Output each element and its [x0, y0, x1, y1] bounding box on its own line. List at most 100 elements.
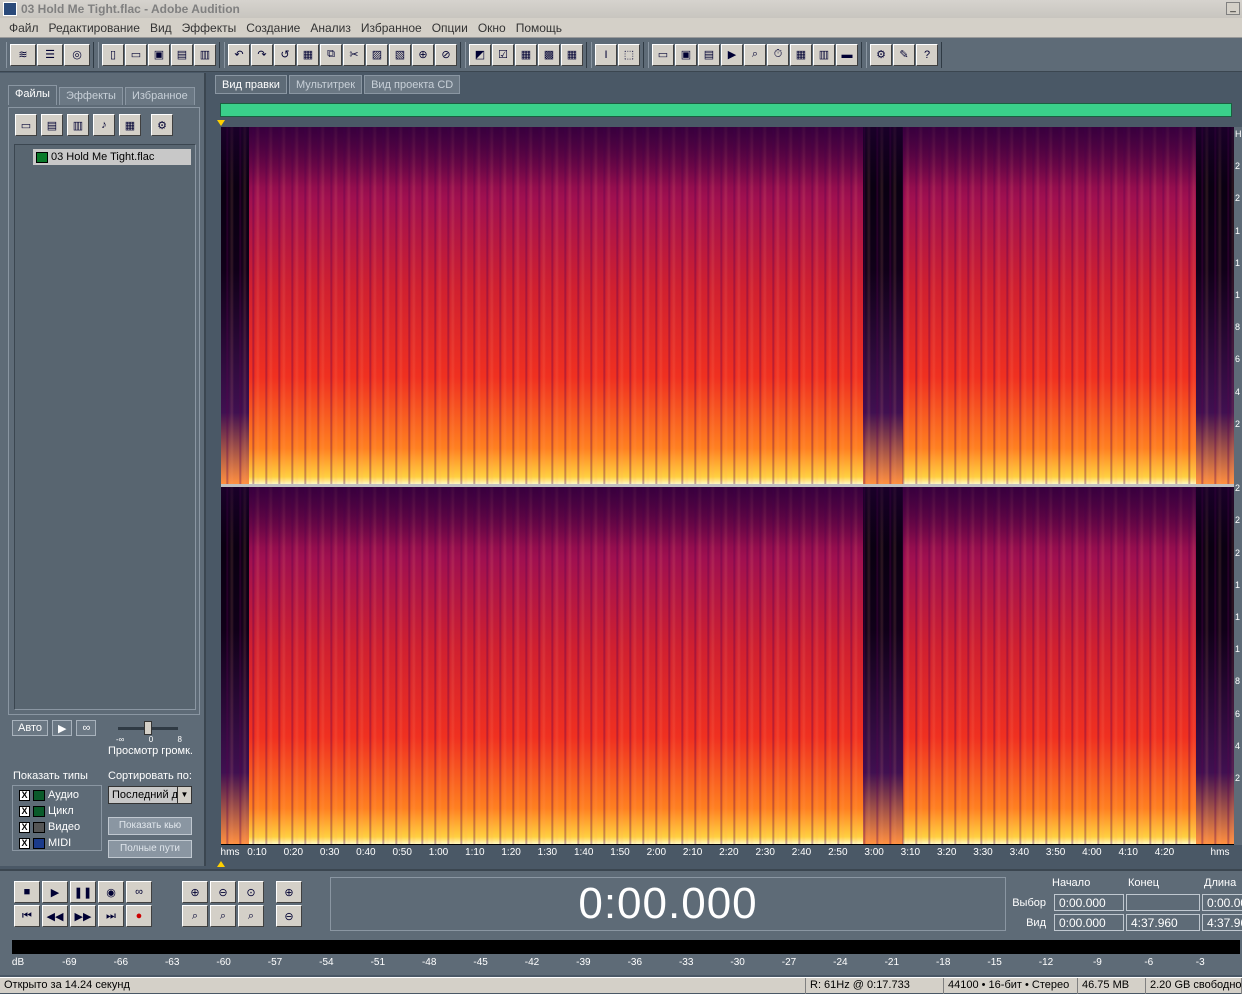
go-to-end-icon[interactable]: ⏭	[98, 905, 124, 927]
zoom-window-icon[interactable]: ⌕	[744, 43, 766, 66]
menu-effects[interactable]: Эффекты	[177, 21, 242, 35]
main-window-icon[interactable]: ▣	[675, 43, 697, 66]
copy-new-icon[interactable]: ▦	[297, 43, 319, 66]
selection-end-field[interactable]	[1126, 894, 1200, 911]
menu-edit[interactable]: Редактирование	[44, 21, 145, 35]
zoom-left-edge-icon[interactable]: ⌕	[210, 905, 236, 927]
preview-volume-slider[interactable]: -∞ 0 8	[112, 721, 184, 744]
audio-checkbox[interactable]: X	[19, 789, 30, 801]
save-as-icon[interactable]: ▤	[171, 43, 193, 66]
zoom-in-vertical-icon[interactable]: ⊕	[276, 881, 302, 903]
loop-icon[interactable]: ∞	[126, 881, 152, 903]
menu-options[interactable]: Опции	[427, 21, 473, 35]
time-selection-tool-icon[interactable]: I	[595, 43, 617, 66]
status-bar-icon[interactable]: ▬	[836, 43, 858, 66]
undo-icon[interactable]: ↶	[228, 43, 250, 66]
menu-generate[interactable]: Создание	[241, 21, 305, 35]
time-window-icon[interactable]: ⏱	[767, 43, 789, 66]
mix-paste-icon[interactable]: ⊕	[412, 43, 434, 66]
record-icon[interactable]: ●	[126, 905, 152, 927]
level-meters-icon[interactable]: ▥	[813, 43, 835, 66]
type-midi[interactable]: X MIDI	[19, 837, 71, 849]
pause-icon[interactable]: ❚❚	[70, 881, 96, 903]
view-start-field[interactable]: 0:00.000	[1054, 914, 1124, 931]
loop-checkbox[interactable]: X	[19, 805, 30, 817]
organizer-icon[interactable]: ▭	[652, 43, 674, 66]
type-audio[interactable]: X Аудио	[19, 789, 79, 801]
import-file-icon[interactable]: ▤	[41, 114, 63, 136]
chevron-down-icon[interactable]: ▼	[177, 787, 191, 803]
go-to-start-icon[interactable]: ⏮	[14, 905, 40, 927]
spectral-view-icon[interactable]: ◩	[469, 43, 491, 66]
open-file-icon[interactable]: ▭	[15, 114, 37, 136]
copy-icon[interactable]: ⧉	[320, 43, 342, 66]
play-to-end-icon[interactable]: ◉	[98, 881, 124, 903]
loop-preview-icon[interactable]: ∞	[76, 720, 97, 736]
zoom-in-horizontal-icon[interactable]: ⊕	[182, 881, 208, 903]
marquee-tool-icon[interactable]: ⬚	[618, 43, 640, 66]
tab-edit-view[interactable]: Вид правки	[215, 75, 287, 94]
playhead-marker-bottom[interactable]	[217, 861, 225, 867]
overview-range-bar[interactable]	[220, 103, 1232, 117]
view-end-field[interactable]: 4:37.960	[1126, 914, 1200, 931]
zoom-full-icon[interactable]: ⊙	[238, 881, 264, 903]
cut-icon[interactable]: ✂	[343, 43, 365, 66]
left-channel[interactable]	[221, 127, 1234, 484]
menu-view[interactable]: Вид	[145, 21, 177, 35]
redo-icon[interactable]: ↷	[251, 43, 273, 66]
edit-view-icon[interactable]: ≋	[10, 43, 36, 66]
cd-view-icon[interactable]: ◎	[64, 43, 90, 66]
slider-thumb[interactable]	[144, 721, 152, 735]
paste-new-icon[interactable]: ▧	[389, 43, 411, 66]
open-file-icon[interactable]: ▭	[125, 43, 147, 66]
effects-rack-icon[interactable]: ▤	[698, 43, 720, 66]
menu-help[interactable]: Помощь	[511, 21, 567, 35]
zoom-out-horizontal-icon[interactable]: ⊖	[210, 881, 236, 903]
close-file-icon[interactable]: ▥	[67, 114, 89, 136]
waveform-view-icon[interactable]: ☑	[492, 43, 514, 66]
spectral-pitch-icon[interactable]: ▦	[561, 43, 583, 66]
help-icon[interactable]: ?	[916, 43, 938, 66]
sort-select[interactable]: Последний д ▼	[108, 786, 192, 804]
stop-icon[interactable]: ■	[14, 881, 40, 903]
minimize-button[interactable]: _	[1226, 2, 1240, 15]
right-channel[interactable]	[221, 487, 1234, 844]
tab-files[interactable]: Файлы	[8, 85, 57, 105]
menu-window[interactable]: Окно	[473, 21, 511, 35]
view-length-field[interactable]: 4:37.960	[1202, 914, 1242, 931]
tab-favorites[interactable]: Избранное	[124, 87, 195, 105]
tab-effects[interactable]: Эффекты	[58, 87, 123, 105]
menu-analyze[interactable]: Анализ	[305, 21, 356, 35]
new-file-icon[interactable]: ▯	[102, 43, 124, 66]
trim-icon[interactable]: ⊘	[435, 43, 457, 66]
fast-forward-icon[interactable]: ▶▶	[70, 905, 96, 927]
selection-length-field[interactable]: 0:00.000	[1202, 894, 1242, 911]
selection-start-field[interactable]: 0:00.000	[1054, 894, 1124, 911]
tab-multitrack[interactable]: Мультитрек	[288, 75, 363, 94]
menu-file[interactable]: Файл	[4, 21, 44, 35]
save-icon[interactable]: ▣	[148, 43, 170, 66]
phase-view-icon[interactable]: ▩	[538, 43, 560, 66]
spectral-display[interactable]	[221, 127, 1234, 845]
playhead-marker-top[interactable]	[217, 120, 225, 126]
midi-checkbox[interactable]: X	[19, 837, 30, 849]
play-preview-icon[interactable]: ▶	[51, 720, 73, 736]
repeat-icon[interactable]: ↺	[274, 43, 296, 66]
paste-icon[interactable]: ▨	[366, 43, 388, 66]
zoom-out-vertical-icon[interactable]: ⊖	[276, 905, 302, 927]
zoom-selection-icon[interactable]: ⌕	[182, 905, 208, 927]
edit-file-icon[interactable]: ▦	[119, 114, 141, 136]
tab-cd-project[interactable]: Вид проекта CD	[364, 75, 461, 94]
save-all-icon[interactable]: ▥	[194, 43, 216, 66]
type-video[interactable]: X Видео	[19, 821, 80, 833]
pan-view-icon[interactable]: ▦	[515, 43, 537, 66]
zoom-right-edge-icon[interactable]: ⌕	[238, 905, 264, 927]
settings-icon[interactable]: ⚙	[870, 43, 892, 66]
full-paths-button[interactable]: Полные пути	[108, 840, 192, 858]
selection-window-icon[interactable]: ▦	[790, 43, 812, 66]
multitrack-view-icon[interactable]: ☰	[37, 43, 63, 66]
video-checkbox[interactable]: X	[19, 821, 30, 833]
script-icon[interactable]: ✎	[893, 43, 915, 66]
menu-favorites[interactable]: Избранное	[356, 21, 427, 35]
show-cue-button[interactable]: Показать кью	[108, 817, 192, 835]
